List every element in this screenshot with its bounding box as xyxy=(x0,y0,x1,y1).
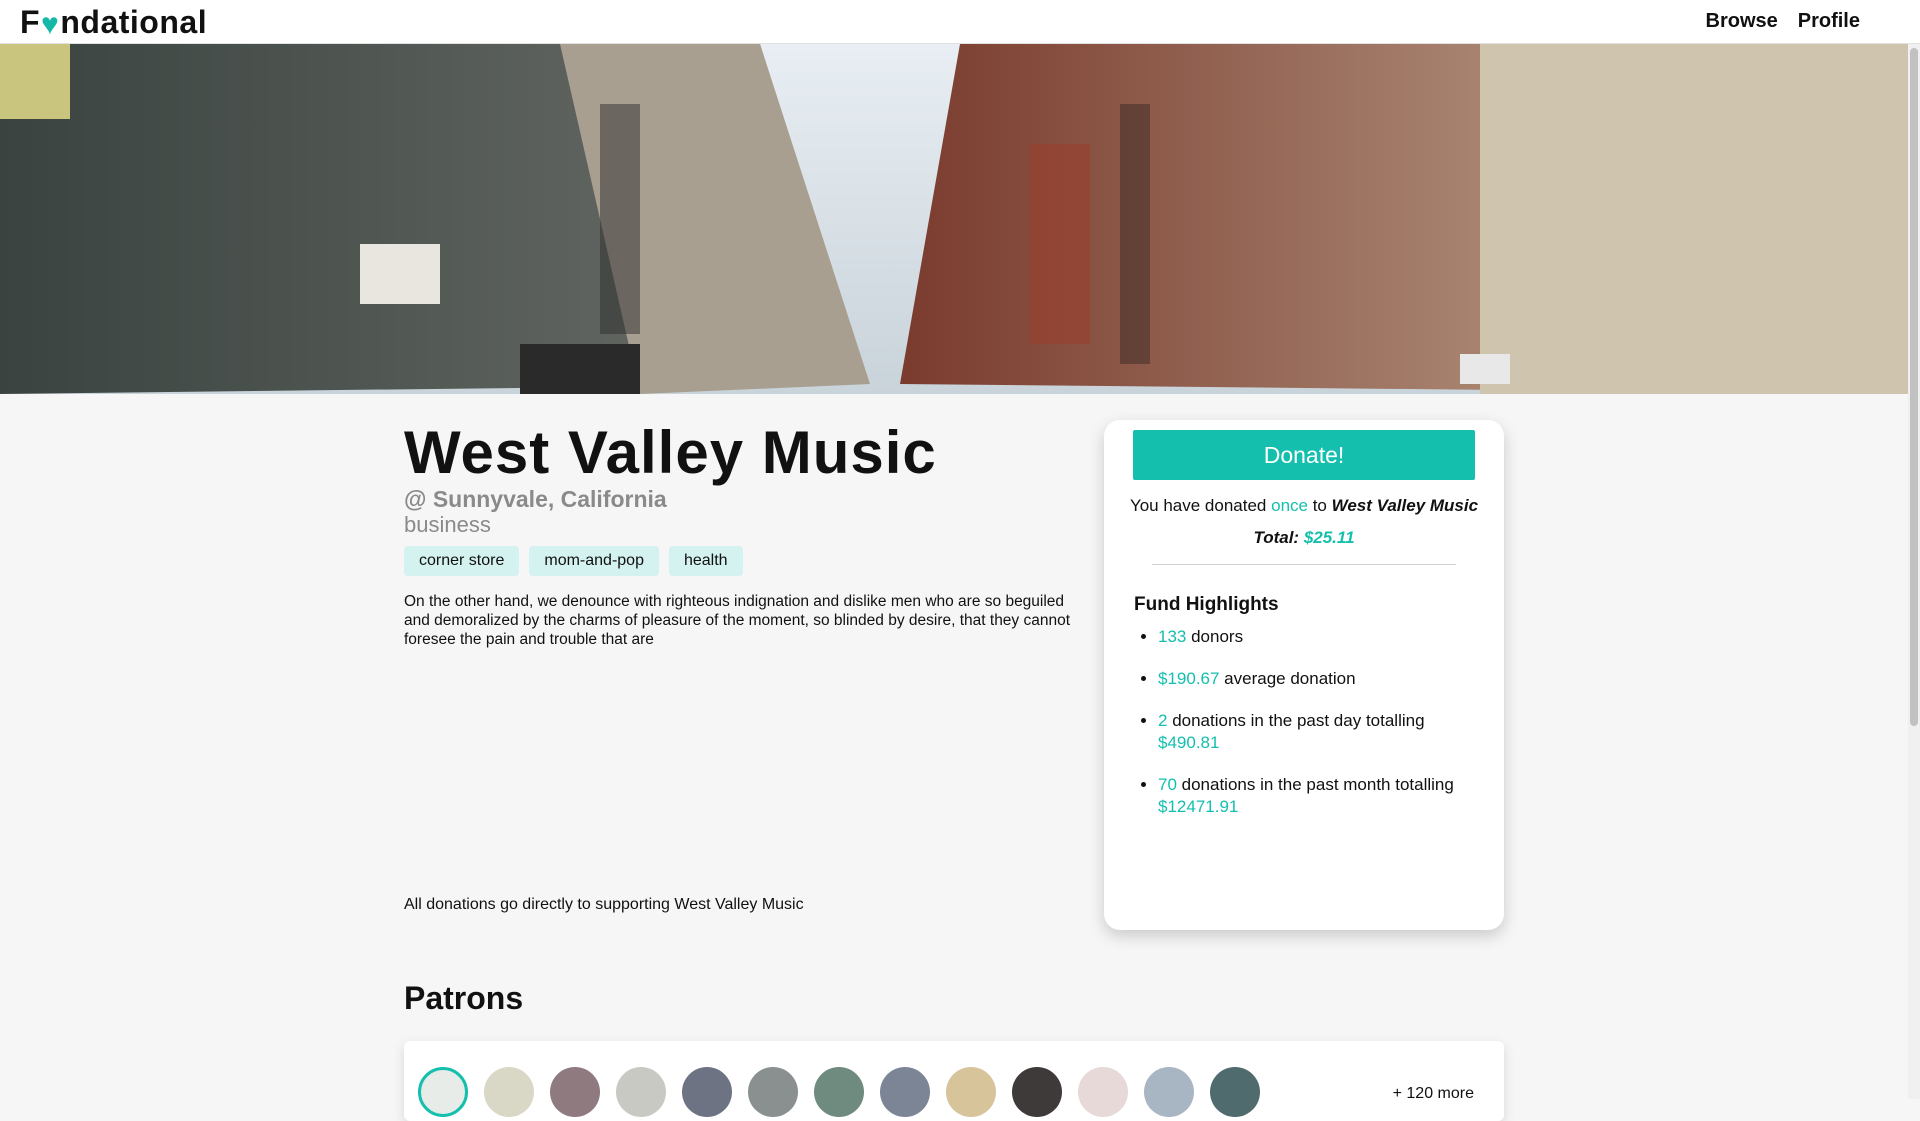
patron-avatar[interactable] xyxy=(946,1067,996,1117)
patron-avatar[interactable] xyxy=(1210,1067,1260,1117)
donated-business-name: West Valley Music xyxy=(1331,496,1479,515)
patron-avatar[interactable] xyxy=(1144,1067,1194,1117)
site-logo[interactable]: F ♥ ndational xyxy=(20,4,207,41)
patron-avatar[interactable] xyxy=(418,1067,468,1117)
patrons-title: Patrons xyxy=(404,980,524,1016)
more-patrons-link[interactable]: + 120 more xyxy=(1393,1085,1474,1103)
scrollbar-thumb[interactable] xyxy=(1910,48,1918,726)
donation-note: All donations go directly to supporting … xyxy=(404,896,804,913)
patrons-panel: + 120 more xyxy=(404,1041,1504,1121)
highlight-amount: $12471.91 xyxy=(1158,797,1239,816)
donation-summary: You have donated once to West Valley Mus… xyxy=(1104,496,1504,516)
donation-total: Total: $25.11 xyxy=(1104,528,1504,548)
donated-prefix: You have donated xyxy=(1129,496,1272,515)
nav-links: Browse Profile xyxy=(1706,10,1861,33)
patron-avatar[interactable] xyxy=(880,1067,930,1117)
logo-text-start: F xyxy=(20,4,41,40)
patron-avatar[interactable] xyxy=(1078,1067,1128,1117)
highlight-value: $190.67 xyxy=(1158,669,1220,688)
business-title: West Valley Music xyxy=(404,419,937,486)
card-divider xyxy=(1152,564,1456,565)
nav-profile-link[interactable]: Profile xyxy=(1798,10,1860,33)
tag-mom-and-pop[interactable]: mom-and-pop xyxy=(529,546,659,576)
hero-banner-image xyxy=(0,44,1908,394)
total-label: Total: xyxy=(1253,528,1304,547)
business-category: business xyxy=(404,512,491,537)
highlight-value: 70 xyxy=(1158,775,1177,794)
donated-count: once xyxy=(1271,496,1308,515)
patron-avatar[interactable] xyxy=(682,1067,732,1117)
patron-avatars xyxy=(418,1067,1260,1117)
fund-highlights-title: Fund Highlights xyxy=(1134,594,1279,615)
page-scrollbar[interactable] xyxy=(1908,44,1920,1099)
patron-avatar[interactable] xyxy=(814,1067,864,1117)
logo-text-end: ndational xyxy=(60,4,208,40)
tag-health[interactable]: health xyxy=(668,546,743,576)
highlight-item: 70 donations in the past month totalling… xyxy=(1158,774,1508,818)
business-description: On the other hand, we denounce with righ… xyxy=(404,593,1071,648)
donate-button[interactable]: Donate! xyxy=(1133,430,1475,480)
highlight-item: 133 donors xyxy=(1158,626,1508,648)
highlight-text: donations in the past day totalling xyxy=(1167,711,1425,730)
patron-avatar[interactable] xyxy=(1012,1067,1062,1117)
nav-browse-link[interactable]: Browse xyxy=(1706,10,1778,33)
highlight-value: 133 xyxy=(1158,627,1187,646)
highlight-text: donations in the past month totalling xyxy=(1176,775,1454,794)
highlight-amount: $490.81 xyxy=(1158,733,1220,752)
highlight-item: $190.67 average donation xyxy=(1158,668,1508,690)
donated-mid: to xyxy=(1307,496,1332,515)
patron-avatar[interactable] xyxy=(748,1067,798,1117)
total-value: $25.11 xyxy=(1303,528,1355,547)
highlight-text: donors xyxy=(1186,627,1244,646)
tag-list: corner store mom-and-pop health xyxy=(404,546,743,576)
business-location: @ Sunnyvale, California xyxy=(404,486,667,512)
donation-card: Donate! You have donated once to West Va… xyxy=(1104,420,1504,930)
heart-icon: ♥ xyxy=(41,7,60,41)
patron-avatar[interactable] xyxy=(484,1067,534,1117)
top-navbar: F ♥ ndational Browse Profile xyxy=(0,0,1920,44)
highlight-text: average donation xyxy=(1219,669,1356,688)
patron-avatar[interactable] xyxy=(616,1067,666,1117)
tag-corner-store[interactable]: corner store xyxy=(404,546,520,576)
highlight-item: 2 donations in the past day totalling$49… xyxy=(1158,710,1508,754)
patron-avatar[interactable] xyxy=(550,1067,600,1117)
fund-highlights-list: 133 donors $190.67 average donation 2 do… xyxy=(1134,626,1508,838)
